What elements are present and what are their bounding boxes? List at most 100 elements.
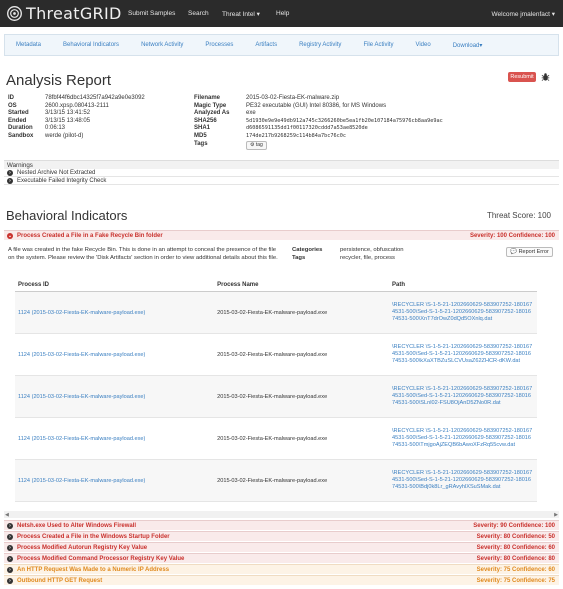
nav-threat-intel[interactable]: Threat Intel ▾ bbox=[222, 0, 260, 27]
indicator-severity: Severity: 80 Confidence: 60 bbox=[476, 545, 555, 551]
chevron-icon: › bbox=[7, 566, 13, 573]
meta-key: SHA1 bbox=[194, 125, 211, 132]
top-navbar: ThreatGRID Submit Samples Search Threat … bbox=[0, 0, 563, 27]
indicator-severity: Severity: 80 Confidence: 50 bbox=[476, 534, 555, 540]
user-menu[interactable]: Welcome jmalenfact ▾ bbox=[492, 0, 555, 27]
meta-sha1: d6086591135dd1f00117320cddd7a53ae8520de bbox=[246, 125, 368, 132]
nav-help[interactable]: Help bbox=[276, 0, 289, 27]
indicator-title: Process Created a File in a Fake Recycle… bbox=[17, 232, 163, 239]
indicator-title: Netsh.exe Used to Alter Windows Firewall bbox=[17, 522, 137, 529]
behavioral-indicators-title: Behavioral Indicators bbox=[6, 208, 128, 223]
process-id-link[interactable]: 1124 (2015-03-02-Fiesta-EK-malware-paylo… bbox=[15, 333, 215, 376]
bug-icon[interactable] bbox=[541, 72, 550, 82]
indicator-header[interactable]: › Netsh.exe Used to Alter Windows Firewa… bbox=[4, 520, 559, 530]
chevron-icon: › bbox=[7, 577, 13, 584]
chevron-icon: › bbox=[7, 169, 13, 176]
indicator-title: Outbound HTTP GET Request bbox=[17, 577, 103, 584]
nav-search[interactable]: Search bbox=[188, 0, 209, 27]
tab-behavioral-indicators[interactable]: Behavioral Indicators bbox=[52, 42, 130, 48]
chevron-down-icon: ⌄ bbox=[7, 232, 13, 239]
meta-key: SHA256 bbox=[194, 117, 217, 124]
tab-video[interactable]: Video bbox=[404, 42, 441, 48]
analysis-meta-left: ID 78fbf44f6dbc14325f7a942a9e0e3092 OS 260… bbox=[8, 95, 188, 145]
meta-started: 3/13/15 13:41:52 bbox=[45, 110, 91, 117]
scroll-left-icon[interactable]: ◀ bbox=[5, 512, 9, 518]
meta-key: Tags bbox=[194, 140, 208, 147]
indicator-header[interactable]: › Process Modified Command Processor Reg… bbox=[4, 553, 559, 563]
tab-processes[interactable]: Processes bbox=[194, 42, 244, 48]
horizontal-scrollbar[interactable]: ◀ ▶ bbox=[4, 511, 559, 518]
tag-icon: ⚙ bbox=[250, 141, 255, 148]
meta-sandbox: werde (pilot-d) bbox=[45, 133, 84, 139]
meta-key: Sandbox bbox=[8, 133, 34, 139]
brand-name: ThreatGRID bbox=[26, 4, 122, 23]
table-row: 1124 (2015-03-02-Fiesta-EK-malware-paylo… bbox=[15, 291, 537, 334]
indicator-title: Process Modified Autorun Registry Key Va… bbox=[17, 544, 148, 551]
file-path-link[interactable]: \RECYCLER \S-1-5-21-1202660629-583907252… bbox=[389, 333, 537, 376]
process-id-link[interactable]: 1124 (2015-03-02-Fiesta-EK-malware-paylo… bbox=[15, 417, 215, 460]
nav-submit-samples[interactable]: Submit Samples bbox=[128, 0, 175, 27]
indicator-header-expanded[interactable]: ⌄ Process Created a File in a Fake Recyc… bbox=[4, 230, 559, 240]
process-name: 2015-03-02-Fiesta-EK-malware-payload.exe bbox=[214, 459, 389, 502]
file-path-link[interactable]: \RECYCLER \S-1-5-21-1202660629-583907252… bbox=[389, 459, 537, 502]
tab-network-activity[interactable]: Network Activity bbox=[130, 42, 194, 48]
meta-key: Duration bbox=[8, 125, 33, 132]
meta-key: Ended bbox=[8, 117, 27, 124]
meta-id: 78fbf44f6dbc14325f7a942a9e0e3092 bbox=[45, 95, 145, 101]
meta-key: Filename bbox=[194, 95, 221, 101]
indicator-title: An HTTP Request Was Made to a Numeric IP… bbox=[17, 566, 170, 573]
tab-registry-activity[interactable]: Registry Activity bbox=[288, 42, 352, 48]
table-row: 1124 (2015-03-02-Fiesta-EK-malware-paylo… bbox=[15, 375, 537, 418]
meta-md5: 174de217b9268259c114b84a7bc76c0c bbox=[246, 133, 346, 139]
indicator-description: A file was created in the fake Recycle B… bbox=[8, 247, 278, 261]
meta-os: 2600.xpsp.080413-2111 bbox=[45, 102, 109, 109]
process-table: Process ID Process Name Path 1124 (2015-… bbox=[15, 279, 537, 502]
meta-key: Started bbox=[8, 110, 29, 117]
tab-metadata[interactable]: Metadata bbox=[5, 42, 52, 48]
indicator-header[interactable]: › Outbound HTTP GET Request Severity: 75… bbox=[4, 575, 559, 585]
warning-row[interactable]: › Executable Failed Integrity Check bbox=[4, 177, 559, 185]
meta-sha256[interactable]: 5d1930e9e9e49db912a745c3266260be5ea1fb20… bbox=[246, 118, 443, 126]
meta-magic-type: PE32 executable (GUI) Intel 80386, for M… bbox=[246, 102, 387, 109]
tab-download[interactable]: Download▾ bbox=[442, 42, 494, 49]
tab-file-activity[interactable]: File Activity bbox=[352, 42, 404, 48]
table-row: 1124 (2015-03-02-Fiesta-EK-malware-paylo… bbox=[15, 417, 537, 460]
brand-logo[interactable]: ThreatGRID bbox=[6, 4, 122, 23]
analysis-report-title: Analysis Report bbox=[6, 72, 112, 89]
process-name: 2015-03-02-Fiesta-EK-malware-payload.exe bbox=[214, 333, 389, 376]
resubmit-button[interactable]: Resubmit bbox=[508, 72, 536, 82]
process-id-link[interactable]: 1124 (2015-03-02-Fiesta-EK-malware-paylo… bbox=[15, 291, 215, 334]
chevron-icon: › bbox=[7, 555, 13, 562]
indicator-severity: Severity: 75 Confidence: 75 bbox=[476, 578, 555, 584]
process-id-link[interactable]: 1124 (2015-03-02-Fiesta-EK-malware-paylo… bbox=[15, 459, 215, 502]
meta-key: Magic Type bbox=[194, 102, 227, 109]
report-error-button[interactable]: 💬 Report Error bbox=[506, 247, 553, 257]
file-path-link[interactable]: \RECYCLER \S-1-5-21-1202660629-583907252… bbox=[389, 417, 537, 460]
process-name: 2015-03-02-Fiesta-EK-malware-payload.exe bbox=[214, 291, 389, 334]
process-name: 2015-03-02-Fiesta-EK-malware-payload.exe bbox=[214, 417, 389, 460]
indicator-severity: Severity: 80 Confidence: 80 bbox=[476, 556, 555, 562]
analysis-meta-right: Filename 2015-03-02-Fiesta-EK-malware.zip… bbox=[194, 95, 554, 155]
indicator-header[interactable]: › Process Created a File in the Windows … bbox=[4, 531, 559, 541]
chevron-icon: › bbox=[7, 544, 13, 551]
indicator-header[interactable]: › An HTTP Request Was Made to a Numeric … bbox=[4, 564, 559, 574]
threatgrid-logo-icon bbox=[7, 6, 22, 21]
indicator-header[interactable]: › Process Modified Autorun Registry Key … bbox=[4, 542, 559, 552]
column-header: Process ID bbox=[15, 279, 215, 292]
meta-ended: 3/13/15 13:48:05 bbox=[45, 117, 91, 124]
file-path-link[interactable]: \RECYCLER \S-1-5-21-1202660629-583907252… bbox=[389, 291, 537, 334]
indicator-severity: Severity: 75 Confidence: 60 bbox=[476, 567, 555, 573]
tab-artifacts[interactable]: Artifacts bbox=[244, 42, 288, 48]
chevron-icon: › bbox=[7, 177, 13, 184]
indicator-categories: Categories persistence, obfuscation Tags r… bbox=[292, 247, 404, 261]
meta-key: ID bbox=[8, 95, 14, 101]
tag-button[interactable]: ⚙ tag bbox=[246, 140, 267, 150]
process-id-link[interactable]: 1124 (2015-03-02-Fiesta-EK-malware-paylo… bbox=[15, 375, 215, 418]
meta-analyzed-as: exe bbox=[246, 110, 256, 117]
meta-duration: 0:06:13 bbox=[45, 125, 66, 132]
column-header: Process Name bbox=[214, 279, 389, 292]
file-path-link[interactable]: \RECYCLER \S-1-5-21-1202660629-583907252… bbox=[389, 375, 537, 418]
meta-filename: 2015-03-02-Fiesta-EK-malware.zip bbox=[246, 95, 340, 101]
process-name: 2015-03-02-Fiesta-EK-malware-payload.exe bbox=[214, 375, 389, 418]
scroll-right-icon[interactable]: ▶ bbox=[554, 512, 558, 518]
